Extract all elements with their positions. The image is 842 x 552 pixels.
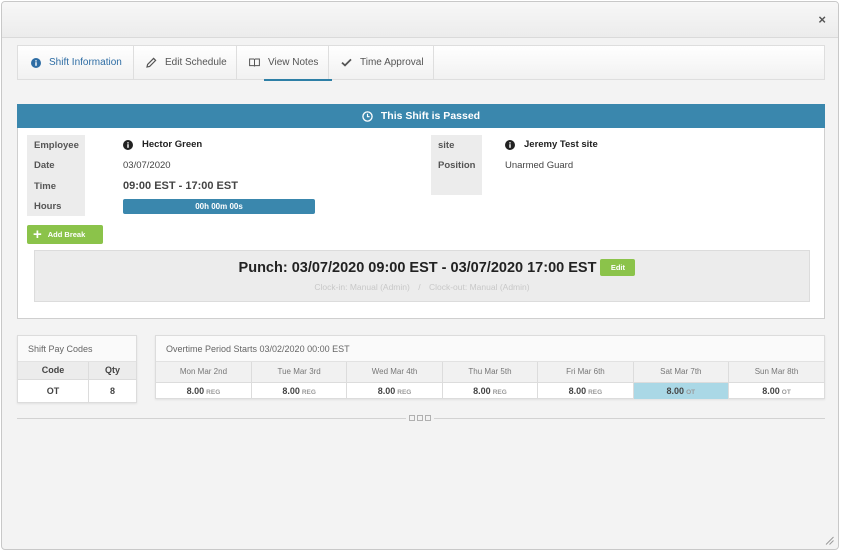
day-header: Sat Mar 7th	[633, 362, 730, 382]
day-hours-cell: 8.00 REG	[346, 381, 443, 399]
overtime-period-box: Overtime Period Starts 03/02/2020 00:00 …	[155, 335, 825, 399]
drag-handle[interactable]	[406, 413, 434, 423]
employee-label: Employee	[34, 140, 79, 151]
table-row: 8.00 REG 8.00 REG 8.00 REG 8.00 REG 8.00 REG …	[156, 381, 824, 399]
day-hours-cell: 8.00 REG	[156, 381, 252, 399]
day-hours-cell: 8.00 REG	[537, 381, 634, 399]
day-hours-cell: 8.00 REG	[251, 381, 348, 399]
time-label: Time	[34, 181, 57, 192]
hours-kind: REG	[301, 388, 316, 396]
shift-details-panel: Employee Date Time Hours Hector Green 03…	[17, 128, 825, 319]
resize-grip-icon[interactable]	[825, 536, 834, 545]
hours-kind: OT	[781, 388, 791, 396]
hours-value: 00h 00m 00s	[195, 202, 243, 211]
handle-dot	[409, 415, 415, 421]
day-hours-cell-current: 8.00 OT	[633, 381, 730, 399]
hours-value: 8.00	[186, 385, 205, 396]
clock-icon	[362, 110, 373, 122]
modal-header: ×	[2, 2, 838, 38]
tab-label: Time Approval	[360, 57, 424, 68]
hours-progress-bar: 00h 00m 00s	[123, 199, 315, 214]
hours-value: 8.00	[568, 385, 587, 396]
handle-dot	[425, 415, 431, 421]
day-header: Sun Mar 8th	[728, 362, 824, 382]
clock-in-source: Clock-in: Manual (Admin)	[314, 282, 410, 292]
shift-modal: × Shift Information Edit Schedule View N…	[1, 1, 839, 550]
hours-kind: OT	[686, 388, 696, 396]
day-header: Wed Mar 4th	[346, 362, 443, 382]
date-value: 03/07/2020	[123, 160, 171, 171]
info-circle-icon	[31, 57, 41, 68]
pay-codes-table: Code Qty OT 8	[18, 362, 136, 402]
site-name: Jeremy Test site	[524, 139, 598, 150]
plus-icon: +	[33, 225, 42, 243]
tab-view-notes[interactable]: View Notes	[237, 46, 329, 79]
hours-kind: REG	[206, 388, 221, 396]
qty-cell: 8	[88, 378, 136, 402]
shift-pay-codes-box: Shift Pay Codes Code Qty OT 8	[17, 335, 137, 403]
tab-label: View Notes	[268, 57, 319, 68]
date-label: Date	[34, 160, 55, 171]
pay-codes-title: Shift Pay Codes	[18, 336, 136, 362]
position-value: Unarmed Guard	[505, 160, 574, 171]
day-header: Tue Mar 3rd	[251, 362, 348, 382]
tab-shift-information[interactable]: Shift Information	[18, 46, 134, 79]
site-value: Jeremy Test site	[505, 139, 598, 150]
qty-header: Qty	[88, 362, 136, 379]
status-banner: This Shift is Passed	[17, 104, 825, 128]
info-icon[interactable]	[505, 139, 515, 150]
hours-kind: REG	[588, 388, 603, 396]
punch-separator: /	[418, 282, 421, 292]
overtime-table: Mon Mar 2nd Tue Mar 3rd Wed Mar 4th Thu …	[156, 362, 824, 399]
tab-label: Edit Schedule	[165, 57, 227, 68]
day-header: Mon Mar 2nd	[156, 362, 252, 382]
hours-value: 8.00	[666, 385, 685, 396]
site-label: site	[438, 140, 455, 151]
day-header: Fri Mar 6th	[537, 362, 634, 382]
punch-text: Punch: 03/07/2020 09:00 EST - 03/07/2020…	[238, 259, 597, 276]
table-row: OT 8	[18, 378, 136, 402]
edit-punch-button[interactable]: Edit	[600, 259, 636, 276]
time-value: 09:00 EST - 17:00 EST	[123, 180, 238, 192]
tab-label: Shift Information	[49, 57, 122, 68]
punch-box: Punch: 03/07/2020 09:00 EST - 03/07/2020…	[34, 250, 810, 302]
overtime-title: Overtime Period Starts 03/02/2020 00:00 …	[156, 336, 824, 362]
hours-kind: REG	[397, 388, 412, 396]
active-tab-underline	[264, 79, 332, 81]
hours-value: 8.00	[473, 385, 491, 396]
book-icon	[249, 58, 260, 67]
day-header: Thu Mar 5th	[442, 362, 539, 382]
pay-codes-title-text: Shift Pay Codes	[28, 343, 93, 354]
hours-kind: REG	[492, 388, 507, 396]
hours-value: 8.00	[762, 385, 780, 396]
handle-dot	[417, 415, 423, 421]
pencil-icon	[146, 57, 157, 68]
overtime-title-text: Overtime Period Starts 03/02/2020 00:00 …	[166, 343, 350, 354]
info-icon[interactable]	[123, 139, 133, 150]
punch-source: Clock-in: Manual (Admin) / Clock-out: Ma…	[35, 282, 809, 292]
hours-value: 8.00	[377, 385, 396, 396]
day-hours-cell: 8.00 REG	[442, 381, 539, 399]
banner-text: This Shift is Passed	[380, 110, 481, 122]
close-button[interactable]: ×	[818, 13, 826, 26]
check-icon	[341, 58, 352, 67]
position-label: Position	[438, 160, 476, 171]
tab-time-approval[interactable]: Time Approval	[329, 46, 434, 79]
day-hours-cell: 8.00 OT	[728, 381, 824, 399]
tab-bar: Shift Information Edit Schedule View Not…	[17, 45, 825, 81]
tab-edit-schedule[interactable]: Edit Schedule	[134, 46, 237, 79]
add-break-button[interactable]: + Add Break	[27, 225, 103, 244]
employee-name: Hector Green	[142, 139, 203, 150]
hours-label: Hours	[34, 201, 62, 212]
hours-value: 8.00	[282, 385, 300, 396]
add-break-label: Add Break	[47, 230, 86, 239]
employee-value: Hector Green	[123, 139, 202, 150]
punch-title: Punch: 03/07/2020 09:00 EST - 03/07/2020…	[35, 259, 809, 276]
code-cell: OT	[18, 378, 89, 402]
clock-out-source: Clock-out: Manual (Admin)	[428, 282, 530, 292]
code-header: Code	[18, 362, 89, 379]
